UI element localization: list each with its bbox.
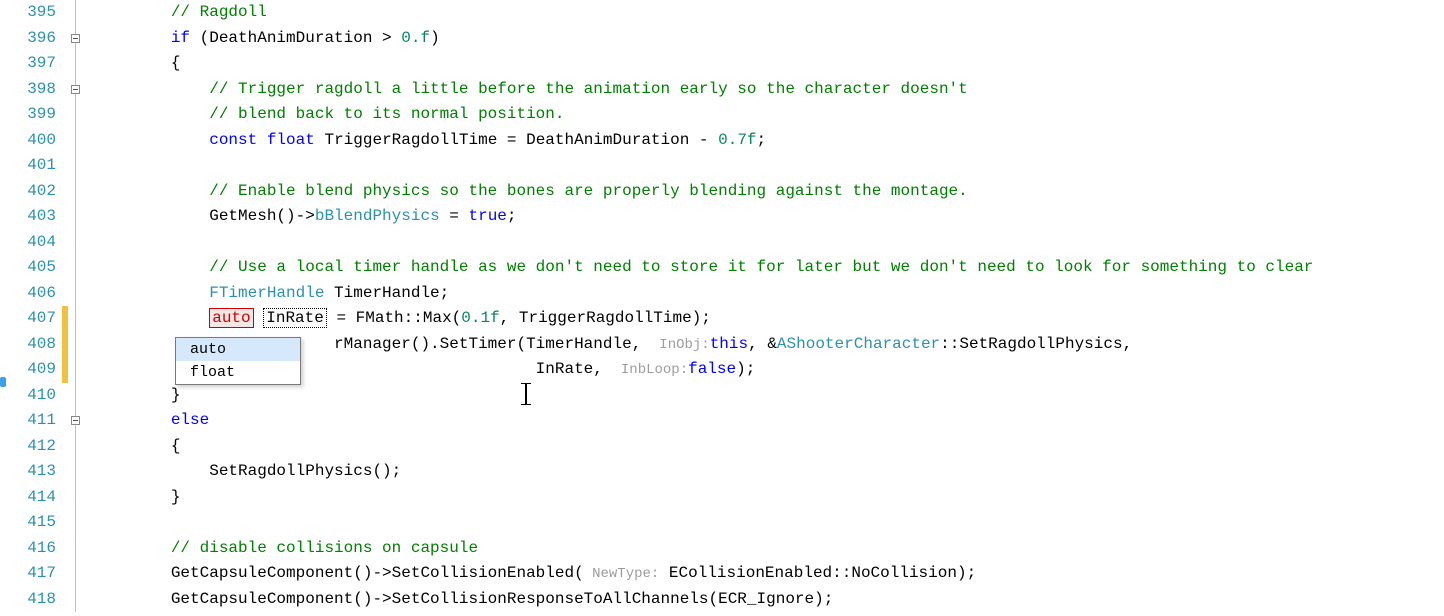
line-number: 396 [0,26,56,52]
fold-cell[interactable] [62,0,94,26]
code-line[interactable]: // Enable blend physics so the bones are… [94,179,1444,205]
code-line[interactable]: FTimerHandle TimerHandle; [94,281,1444,307]
code-editor[interactable]: 3953963973983994004014024034044054064074… [0,0,1444,616]
code-line[interactable]: const float TriggerRagdollTime = DeathAn… [94,128,1444,154]
fold-cell[interactable] [62,255,94,281]
completion-item[interactable]: float [176,361,300,384]
code-line[interactable]: // blend back to its normal position. [94,102,1444,128]
text-caret [525,383,527,405]
line-number: 395 [0,0,56,26]
code-line[interactable]: GetCapsuleComponent()->SetCollisionRespo… [94,587,1444,613]
line-number: 406 [0,281,56,307]
fold-column[interactable] [62,0,94,616]
fold-cell[interactable] [62,510,94,536]
fold-toggle-icon[interactable] [71,85,80,94]
code-line[interactable] [94,510,1444,536]
code-line[interactable]: else [94,408,1444,434]
line-number: 411 [0,408,56,434]
code-line[interactable] [94,230,1444,256]
fold-cell[interactable] [62,281,94,307]
code-line[interactable]: // Ragdoll [94,0,1444,26]
fold-cell[interactable] [62,485,94,511]
fold-cell[interactable] [62,408,94,434]
fold-cell[interactable] [62,102,94,128]
fold-cell[interactable] [62,357,94,383]
code-area[interactable]: // Ragdoll if (DeathAnimDuration > 0.f) … [94,0,1444,616]
fold-cell[interactable] [62,51,94,77]
code-line[interactable]: { [94,51,1444,77]
fold-cell[interactable] [62,587,94,613]
line-number: 418 [0,587,56,613]
line-number: 407 [0,306,56,332]
line-number: 399 [0,102,56,128]
line-number: 415 [0,510,56,536]
fold-cell[interactable] [62,179,94,205]
line-number: 417 [0,561,56,587]
code-line[interactable]: SetRagdollPhysics(); [94,459,1444,485]
line-number: 403 [0,204,56,230]
code-line[interactable]: } [94,485,1444,511]
line-number-gutter: 3953963973983994004014024034044054064074… [0,0,62,616]
code-line[interactable]: // Trigger ragdoll a little before the a… [94,77,1444,103]
line-number: 397 [0,51,56,77]
code-line[interactable]: auto InRate = FMath::Max(0.1f, TriggerRa… [94,306,1444,332]
fold-cell[interactable] [62,383,94,409]
line-number: 402 [0,179,56,205]
line-number: 404 [0,230,56,256]
intellisense-popup[interactable]: autofloat [175,337,301,385]
fold-cell[interactable] [62,26,94,52]
line-number: 414 [0,485,56,511]
fold-toggle-icon[interactable] [71,34,80,43]
line-number: 412 [0,434,56,460]
line-number: 408 [0,332,56,358]
fold-cell[interactable] [62,128,94,154]
fold-cell[interactable] [62,77,94,103]
line-number: 400 [0,128,56,154]
code-line[interactable]: GetMesh()->bBlendPhysics = true; [94,204,1444,230]
code-line[interactable]: // disable collisions on capsule [94,536,1444,562]
fold-cell[interactable] [62,204,94,230]
line-number: 405 [0,255,56,281]
line-number: 401 [0,153,56,179]
line-number: 398 [0,77,56,103]
code-line[interactable]: { [94,434,1444,460]
code-line[interactable] [94,153,1444,179]
fold-cell[interactable] [62,306,94,332]
code-line[interactable]: } [94,383,1444,409]
fold-cell[interactable] [62,153,94,179]
line-number: 416 [0,536,56,562]
line-number: 409 [0,357,56,383]
fold-cell[interactable] [62,459,94,485]
fold-cell[interactable] [62,536,94,562]
fold-cell[interactable] [62,230,94,256]
fold-toggle-icon[interactable] [71,416,80,425]
code-line[interactable]: // Use a local timer handle as we don't … [94,255,1444,281]
line-number: 410 [0,383,56,409]
code-line[interactable]: GetCapsuleComponent()->SetCollisionEnabl… [94,561,1444,587]
fold-cell[interactable] [62,434,94,460]
line-number: 413 [0,459,56,485]
fold-cell[interactable] [62,561,94,587]
completion-item[interactable]: auto [176,338,300,361]
fold-cell[interactable] [62,332,94,358]
code-line[interactable]: if (DeathAnimDuration > 0.f) [94,26,1444,52]
